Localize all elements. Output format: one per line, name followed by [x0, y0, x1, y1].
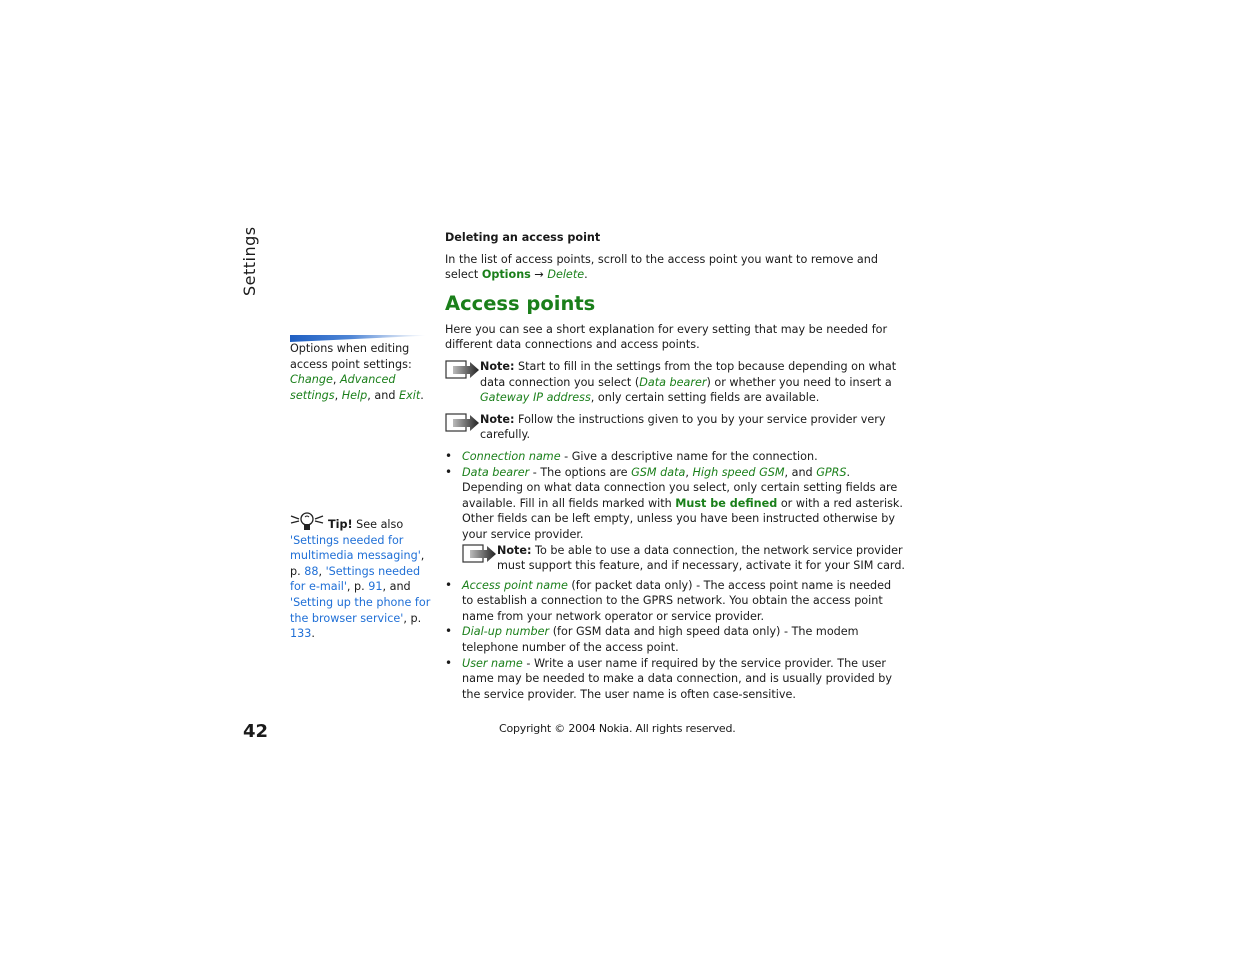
- note-icon: [445, 413, 480, 433]
- delete-heading: Deleting an access point: [445, 231, 601, 244]
- tip-label: Tip!: [328, 518, 353, 531]
- note-label: Note:: [480, 412, 515, 426]
- note-text: Follow the instructions given to you by …: [480, 412, 886, 442]
- delete-paragraph: In the list of access points, scroll to …: [445, 252, 878, 282]
- tip-and: , and: [382, 580, 411, 594]
- term: Connection name: [462, 449, 561, 463]
- intro-paragraph: Here you can see a short explanation for…: [445, 322, 888, 352]
- link-settings-mms[interactable]: 'Settings needed for multimedia messagin…: [290, 534, 421, 563]
- note-icon: [445, 360, 480, 380]
- page-prefix: , p.: [346, 580, 365, 594]
- menu-delete: Delete: [547, 268, 585, 282]
- copyright-notice: Copyright © 2004 Nokia. All rights reser…: [499, 722, 736, 735]
- page-title: Access points: [445, 291, 596, 315]
- menu-options: Options: [481, 268, 531, 282]
- sidebar-options-note: Options when editing access point settin…: [290, 342, 424, 402]
- section-tab: Settings: [238, 226, 268, 296]
- option-change: Change: [290, 373, 333, 387]
- section-tab-label: Settings: [240, 226, 259, 296]
- note-text: , only certain setting fields are availa…: [590, 391, 820, 405]
- term: Access point name: [462, 578, 568, 592]
- term-data-bearer: Data bearer: [639, 375, 707, 389]
- link-page-91[interactable]: 91: [368, 580, 382, 593]
- options-intro: Options when editing access point settin…: [290, 342, 412, 371]
- note-label: Note:: [497, 543, 532, 557]
- lightbulb-icon: [290, 512, 324, 532]
- page-prefix: , p.: [403, 611, 422, 625]
- term-gateway-ip: Gateway IP address: [480, 391, 591, 405]
- note-label: Note:: [480, 359, 515, 373]
- description: - Write a user name if required by the s…: [462, 656, 892, 701]
- list-item-connection-name: Connection name - Give a descriptive nam…: [445, 449, 905, 465]
- option-help: Help: [341, 388, 368, 402]
- link-page-133[interactable]: 133: [290, 627, 311, 640]
- list-item-user-name: User name - Write a user name if require…: [445, 656, 905, 703]
- description: - Give a descriptive name for the connec…: [560, 449, 818, 463]
- list-item-data-bearer: Data bearer - The options are GSM data , …: [445, 465, 905, 574]
- page-number: 42: [243, 721, 269, 742]
- tip-see-also: See also: [356, 518, 404, 531]
- note-follow-instructions: Note: Follow the instructions given to y…: [445, 412, 905, 443]
- note-text: To be able to use a data connection, the…: [497, 543, 905, 573]
- main-content: Deleting an access point In the list of …: [445, 230, 905, 702]
- note-data-connection: Note: To be able to use a data connectio…: [462, 543, 905, 574]
- note-icon: [462, 543, 497, 564]
- option-gsm-data: GSM data: [631, 465, 686, 479]
- option-high-speed-gsm: High speed GSM: [692, 465, 785, 479]
- tip-box: Tip! See also 'Settings needed for multi…: [290, 512, 432, 642]
- list-item-access-point-name: Access point name (for packet data only)…: [445, 578, 905, 625]
- link-page-88[interactable]: 88: [304, 565, 318, 578]
- options-and: and: [374, 388, 396, 402]
- list-item-dial-up-number: Dial-up number (for GSM data and high sp…: [445, 624, 905, 655]
- option-exit: Exit: [399, 388, 421, 402]
- term: Data bearer: [462, 465, 530, 479]
- description: - The options are: [529, 465, 628, 479]
- and: , and: [784, 465, 813, 479]
- option-gprs: GPRS: [816, 465, 847, 479]
- must-be-defined: Must be defined: [675, 496, 778, 510]
- settings-list: Connection name - Give a descriptive nam…: [445, 449, 905, 703]
- note-fill-order: Note: Start to fill in the settings from…: [445, 359, 905, 406]
- term: Dial-up number: [462, 625, 550, 639]
- note-text: ) or whether you need to insert a: [706, 375, 892, 389]
- arrow-right-icon: →: [534, 268, 544, 282]
- term: User name: [462, 656, 523, 670]
